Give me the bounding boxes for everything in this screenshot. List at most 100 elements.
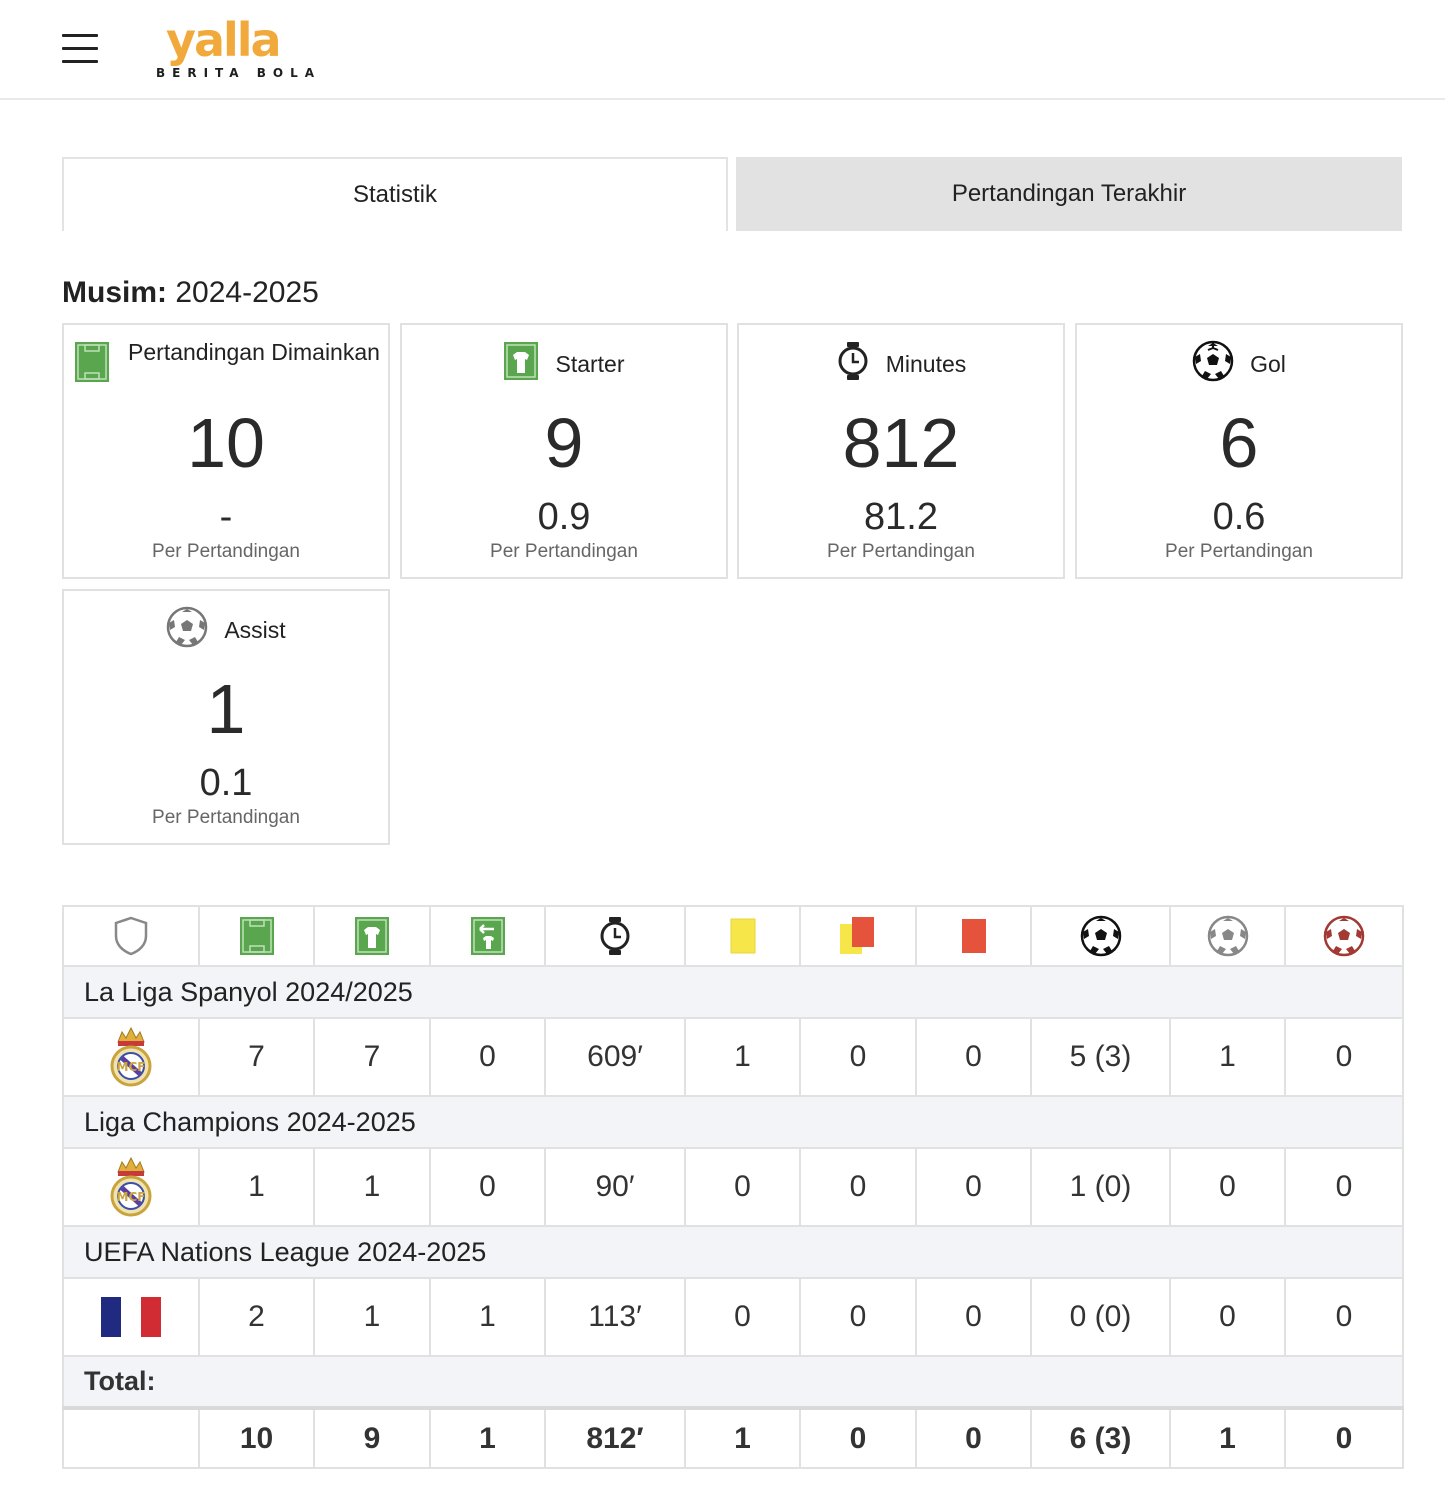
stat-average: 0.9 <box>537 496 591 538</box>
stat-label: Gol <box>1250 351 1286 377</box>
real-madrid-crest-icon[interactable]: MCF <box>62 1017 200 1097</box>
stat-per-label: Per Pertandingan <box>827 541 975 562</box>
stat-average: 0.1 <box>199 762 253 804</box>
stopwatch-icon <box>836 341 870 387</box>
stat-value: 812 <box>842 404 960 482</box>
stat-per-label: Per Pertandingan <box>152 541 300 562</box>
total-assists-cell: 1 <box>1169 1406 1286 1469</box>
subbed-cell: 0 <box>429 1147 546 1227</box>
competition-row: La Liga Spanyol 2024/2025 <box>62 965 1404 1019</box>
total-label-row: Total: <box>62 1355 1404 1409</box>
table-row: MCF 1 1 0 90′ 0 0 0 1 (0) 0 0 <box>62 1147 1404 1227</box>
own-goals-cell: 0 <box>1284 1017 1404 1097</box>
total-second-yellow-cell: 0 <box>799 1406 917 1469</box>
season-label: Musim: <box>62 276 167 309</box>
stat-value: 10 <box>187 404 265 482</box>
starter-cell: 7 <box>313 1017 431 1097</box>
ball-icon <box>1192 340 1234 388</box>
competition-name[interactable]: La Liga Spanyol 2024/2025 <box>62 965 1404 1019</box>
svg-text:MCF: MCF <box>117 1060 146 1074</box>
competition-name[interactable]: UEFA Nations League 2024-2025 <box>62 1225 1404 1279</box>
total-starter-cell: 9 <box>313 1406 431 1469</box>
france-flag-icon[interactable] <box>62 1277 200 1357</box>
stat-card-matches: Pertandingan Dimainkan 10 - Per Pertandi… <box>62 323 390 579</box>
substitution-icon <box>429 905 546 967</box>
site-header: yalla BERITA BOLA <box>0 0 1445 100</box>
minutes-cell: 113′ <box>544 1277 686 1357</box>
yellow-cell: 0 <box>684 1277 801 1357</box>
second-yellow-cell: 0 <box>799 1017 917 1097</box>
total-yellow-cell: 1 <box>684 1406 801 1469</box>
table-row: MCF 7 7 0 609′ 1 0 0 5 (3) 1 0 <box>62 1017 1404 1097</box>
real-madrid-crest-icon[interactable]: MCF <box>62 1147 200 1227</box>
subbed-cell: 1 <box>429 1277 546 1357</box>
pitch-icon <box>198 905 315 967</box>
goals-cell: 1 (0) <box>1030 1147 1171 1227</box>
goals-cell: 0 (0) <box>1030 1277 1171 1357</box>
table-row: 2 1 1 113′ 0 0 0 0 (0) 0 0 <box>62 1277 1404 1357</box>
minutes-cell: 90′ <box>544 1147 686 1227</box>
logo-word: yalla <box>166 13 282 67</box>
stat-card-minutes: Minutes 812 81.2 Per Pertandingan <box>737 323 1065 579</box>
total-minutes-cell: 812′ <box>544 1406 686 1469</box>
hamburger-menu-icon[interactable] <box>62 34 98 64</box>
second-yellow-cell: 0 <box>799 1277 917 1357</box>
site-logo[interactable]: yalla BERITA BOLA <box>156 14 326 84</box>
starter-cell: 1 <box>313 1277 431 1357</box>
ball-icon <box>1030 905 1171 967</box>
red-cell: 0 <box>915 1277 1032 1357</box>
ball-assist-icon <box>166 606 208 654</box>
red-cell: 0 <box>915 1017 1032 1097</box>
pitch-icon <box>74 341 110 389</box>
own-goals-cell: 0 <box>1284 1147 1404 1227</box>
stat-card-goals: Gol 6 0.6 Per Pertandingan <box>1075 323 1403 579</box>
second-yellow-card-icon <box>799 905 917 967</box>
table-header-row <box>62 905 1404 967</box>
total-goals-cell: 6 (3) <box>1030 1406 1171 1469</box>
stat-value: 9 <box>544 404 584 482</box>
stat-per-label: Per Pertandingan <box>1165 541 1313 562</box>
season-value: 2024-2025 <box>175 276 319 309</box>
red-card-icon <box>915 905 1032 967</box>
ball-assist-icon <box>1169 905 1286 967</box>
stat-per-label: Per Pertandingan <box>152 807 300 828</box>
stat-average: - <box>219 496 233 538</box>
total-empty-cell <box>62 1406 200 1469</box>
goals-cell: 5 (3) <box>1030 1017 1171 1097</box>
stat-label: Pertandingan Dimainkan <box>128 339 380 365</box>
total-own-goals-cell: 0 <box>1284 1406 1404 1469</box>
matches-cell: 7 <box>198 1017 315 1097</box>
matches-cell: 1 <box>198 1147 315 1227</box>
svg-text:MCF: MCF <box>117 1190 146 1204</box>
yellow-card-icon <box>684 905 801 967</box>
shield-icon <box>62 905 200 967</box>
yellow-cell: 0 <box>684 1147 801 1227</box>
total-label: Total: <box>62 1355 1404 1409</box>
subbed-cell: 0 <box>429 1017 546 1097</box>
stat-label: Minutes <box>885 351 967 377</box>
shirt-icon <box>313 905 431 967</box>
stat-average: 0.6 <box>1212 496 1266 538</box>
stat-card-assists: Assist 1 0.1 Per Pertandingan <box>62 589 390 845</box>
total-red-cell: 0 <box>915 1406 1032 1469</box>
stats-tabs: Statistik Pertandingan Terakhir <box>62 157 1402 231</box>
stat-label: Starter <box>555 351 625 377</box>
own-goals-cell: 0 <box>1284 1277 1404 1357</box>
total-matches-cell: 10 <box>198 1406 315 1469</box>
shirt-icon <box>503 341 539 387</box>
tab-pertandingan-terakhir[interactable]: Pertandingan Terakhir <box>736 157 1402 231</box>
minutes-cell: 609′ <box>544 1017 686 1097</box>
competition-row: Liga Champions 2024-2025 <box>62 1095 1404 1149</box>
competition-row: UEFA Nations League 2024-2025 <box>62 1225 1404 1279</box>
tab-statistik[interactable]: Statistik <box>62 157 728 231</box>
starter-cell: 1 <box>313 1147 431 1227</box>
red-cell: 0 <box>915 1147 1032 1227</box>
yellow-cell: 1 <box>684 1017 801 1097</box>
stat-per-label: Per Pertandingan <box>490 541 638 562</box>
stat-label: Assist <box>224 617 286 643</box>
total-subbed-cell: 1 <box>429 1406 546 1469</box>
competition-name[interactable]: Liga Champions 2024-2025 <box>62 1095 1404 1149</box>
stat-average: 81.2 <box>864 496 938 538</box>
stopwatch-icon <box>544 905 686 967</box>
stat-value: 6 <box>1219 404 1259 482</box>
